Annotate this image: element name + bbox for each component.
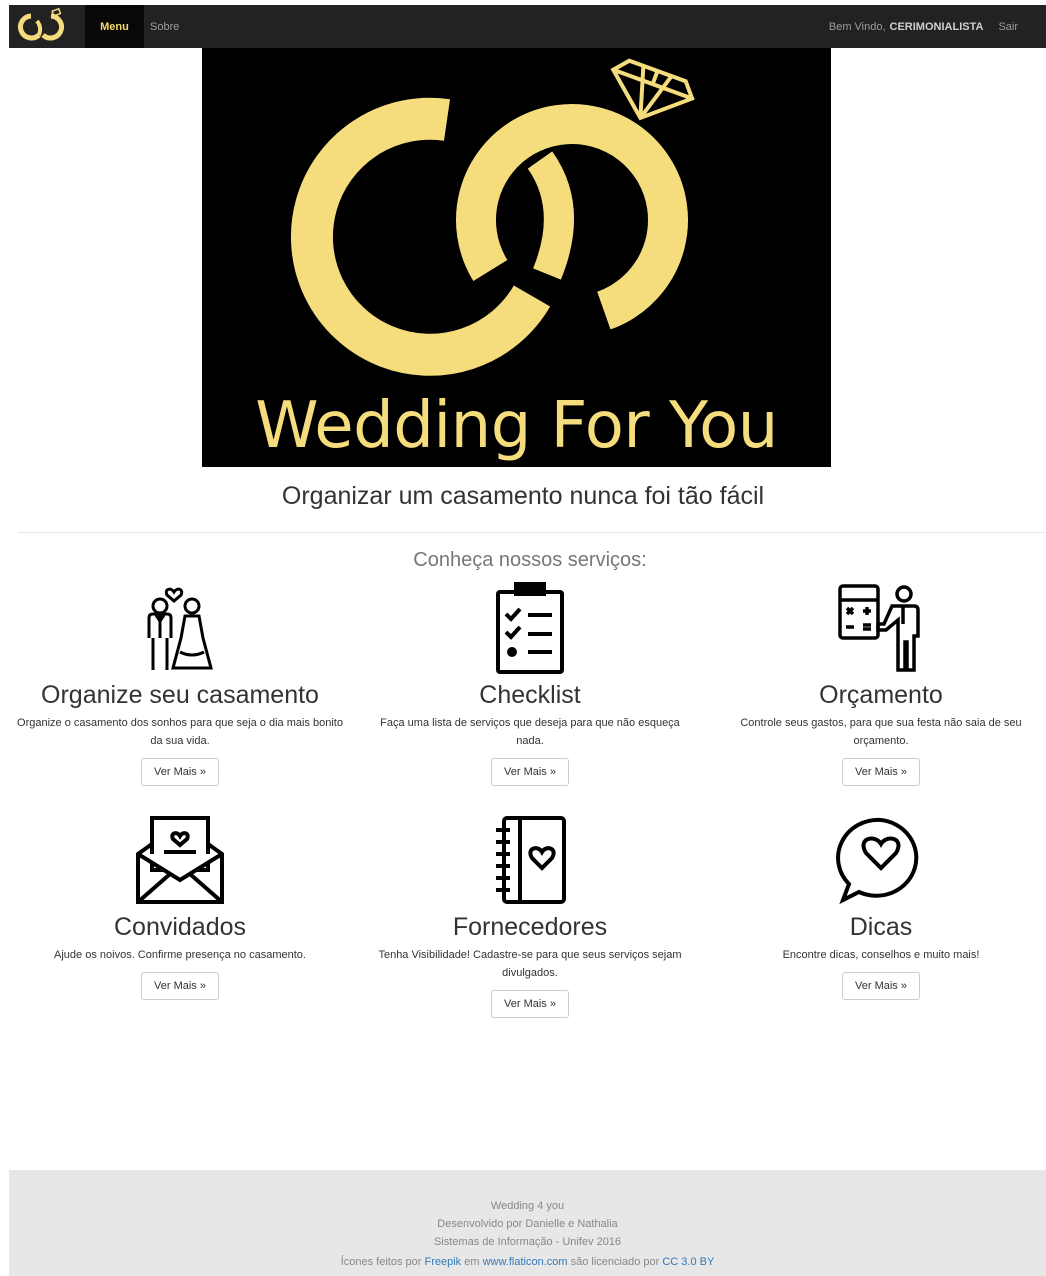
service-description: Faça uma lista de serviços que deseja pa… [380, 717, 680, 747]
carousel-dot[interactable] [475, 472, 485, 482]
service-title: Convidados [113, 913, 247, 941]
flaticon-link[interactable]: www.flaticon.com [483, 1256, 568, 1268]
footer-line: Wedding 4 you [490, 1200, 565, 1212]
credit-mid2: são licenciado por [570, 1256, 660, 1268]
checklist-icon [496, 582, 564, 674]
service-title: Organize seu casamento [41, 681, 319, 709]
service-title: Dicas [849, 913, 913, 941]
service-description: Ajude os noivos. Confirme presença no ca… [54, 949, 306, 961]
speech-heart-icon [836, 817, 919, 905]
nav-menu-link[interactable]: Menu [85, 5, 144, 48]
service-card-dicas: Dicas Encontre dicas, conselhos e muito … [711, 814, 1046, 1000]
divider [18, 532, 1044, 533]
services-title: Conheça nossos serviços: [413, 549, 647, 571]
notebook-heart-icon [496, 816, 566, 904]
budget-presenter-icon [838, 584, 920, 672]
freepik-link[interactable]: Freepik [424, 1256, 461, 1268]
footer-line: Sistemas de Informação - Unifev 2016 [433, 1236, 622, 1248]
bride-groom-icon [147, 587, 213, 670]
ver-mais-button[interactable]: Ver Mais » [141, 758, 219, 786]
ver-mais-button[interactable]: Ver Mais » [842, 972, 920, 1000]
service-card-orcamento: Orçamento Controle seus gastos, para que… [711, 582, 1046, 786]
carousel-dot[interactable] [505, 473, 512, 480]
service-card-organize: Organize seu casamento Organize o casame… [10, 582, 350, 786]
footer: Wedding 4 you Desenvolvido por Danielle … [9, 1170, 1046, 1276]
license-link[interactable]: CC 3.0 BY [662, 1256, 714, 1268]
brand-logo[interactable] [9, 5, 75, 48]
ver-mais-button[interactable]: Ver Mais » [491, 758, 569, 786]
carousel-dot[interactable] [487, 473, 494, 480]
service-description: Encontre dicas, conselhos e muito mais! [782, 949, 980, 961]
ver-mais-button[interactable]: Ver Mais » [842, 758, 920, 786]
footer-line: Desenvolvido por Danielle e Nathalia [437, 1218, 618, 1230]
hero-carousel[interactable]: Wedding For You [202, 48, 831, 482]
footer-credits: Wedding 4 you Desenvolvido por Danielle … [9, 1197, 1046, 1251]
service-title: Fornecedores [452, 913, 608, 941]
service-title: Orçamento [819, 681, 943, 709]
nav-user-area: Bem Vindo, CERIMONIALISTA Sair [829, 5, 1046, 48]
navbar: Menu Sobre Bem Vindo, CERIMONIALISTA Sai… [9, 5, 1046, 48]
footer-icon-credit: Ícones feitos por Freepik em www.flatico… [9, 1256, 1046, 1268]
ver-mais-button[interactable]: Ver Mais » [491, 990, 569, 1018]
user-role: CERIMONIALISTA [889, 20, 984, 33]
carousel-dot[interactable] [496, 473, 503, 480]
service-description: Tenha Visibilidade! Cadastre-se para que… [378, 949, 682, 979]
tagline: Organizar um casamento nunca foi tão fác… [281, 482, 765, 510]
carousel-dot[interactable] [514, 473, 521, 480]
wedding-rings-logo-icon [18, 7, 64, 41]
service-title: Checklist [479, 681, 581, 709]
carousel-dot[interactable] [523, 473, 530, 480]
invitation-envelope-icon [136, 816, 224, 904]
service-card-checklist: Checklist Faça uma lista de serviços que… [360, 582, 700, 786]
service-description: Controle seus gastos, para que sua festa… [740, 717, 1022, 747]
service-description: Organize o casamento dos sonhos para que… [17, 717, 343, 747]
hero-title: Wedding For You [255, 389, 778, 463]
service-card-fornecedores: Fornecedores Tenha Visibilidade! Cadastr… [360, 814, 700, 1018]
ver-mais-button[interactable]: Ver Mais » [141, 972, 219, 1000]
credit-prefix: Ícones feitos por [340, 1256, 422, 1268]
logout-link[interactable]: Sair [998, 21, 1018, 33]
nav-sobre-link[interactable]: Sobre [150, 5, 179, 48]
carousel-indicators[interactable] [475, 472, 530, 482]
credit-mid: em [464, 1256, 480, 1268]
service-card-convidados: Convidados Ajude os noivos. Confirme pre… [10, 814, 350, 1000]
welcome-text: Bem Vindo, [828, 20, 886, 33]
